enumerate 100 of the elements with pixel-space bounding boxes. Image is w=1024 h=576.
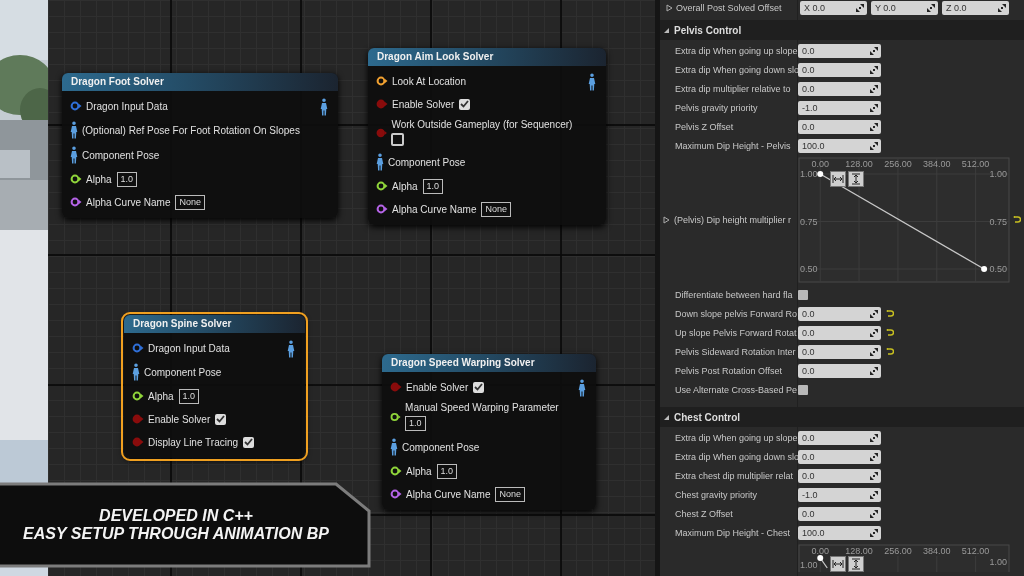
value-field[interactable]: 1.0 [436, 463, 458, 479]
drag-icon[interactable] [870, 122, 878, 131]
reset-icon[interactable] [886, 347, 894, 356]
drag-icon[interactable] [870, 103, 878, 112]
curve-drawing[interactable] [817, 555, 828, 569]
drag-icon[interactable] [870, 509, 878, 518]
axis-label: 0.50 [989, 264, 1007, 274]
drag-icon[interactable] [870, 347, 878, 356]
property-label: Extra chest dip multiplier relat [674, 470, 795, 481]
pin-label: Dragon Input Data [86, 100, 168, 112]
checkbox[interactable] [459, 98, 471, 110]
pose-icon [376, 153, 384, 171]
pin-icon[interactable] [70, 174, 82, 184]
section-header[interactable]: Pelvis Control [660, 20, 1024, 40]
drag-icon[interactable] [870, 471, 878, 480]
number-field[interactable]: 0.0 [798, 306, 881, 321]
value-field[interactable]: 1.0 [116, 171, 138, 187]
value-field[interactable]: 1.0 [178, 388, 200, 404]
number-field[interactable]: X 0.0 [800, 1, 867, 15]
drag-icon[interactable] [998, 4, 1006, 12]
pin-label: Look At Location [392, 75, 466, 87]
pose-icon [390, 438, 398, 456]
drag-icon[interactable] [870, 46, 878, 55]
number-field[interactable]: 0.0 [798, 43, 881, 58]
value-field[interactable]: 1.0 [422, 178, 444, 194]
collapse-arrow-icon[interactable] [663, 26, 670, 34]
number-field[interactable]: 0.0 [798, 344, 881, 359]
reset-icon[interactable] [886, 328, 894, 337]
drag-icon[interactable] [870, 490, 878, 499]
number-field[interactable]: 0.0 [798, 449, 881, 464]
reset-icon[interactable] [886, 309, 894, 318]
number-field[interactable]: 100.0 [798, 525, 881, 540]
section-title: Pelvis Control [674, 24, 742, 36]
node-title: Dragon Speed Warping Solver [382, 354, 596, 372]
property-label: Down slope pelvis Forward Ro [674, 308, 798, 319]
drag-icon[interactable] [870, 84, 878, 93]
value-field[interactable]: None [481, 201, 511, 217]
axis-label: 384.00 [923, 159, 951, 169]
property-label: Pelvis Z Offset [674, 121, 735, 132]
value-field[interactable]: 1.0 [405, 416, 426, 431]
number-field[interactable]: 0.0 [798, 430, 881, 445]
pin-label: Component Pose [82, 149, 160, 161]
value-field[interactable]: None [495, 486, 525, 502]
pin-icon[interactable] [390, 411, 402, 422]
drag-icon[interactable] [870, 433, 878, 442]
number-field[interactable]: -1.0 [798, 100, 881, 115]
graph-node[interactable]: Dragon Aim Look Solver Look At Location Enable Solver Work Outside Gameplay (for Sequencer) Component Pose Alpha 1.0 Alpha Curve Name None [368, 48, 606, 225]
number-field[interactable]: -1.0 [798, 487, 881, 502]
drag-icon[interactable] [870, 452, 878, 461]
number-field[interactable]: 0.0 [798, 468, 881, 483]
fit-vertical-button[interactable] [848, 171, 864, 187]
property-label: Extra dip When going up slope [674, 432, 798, 443]
drag-icon[interactable] [856, 4, 864, 12]
drag-icon[interactable] [870, 328, 878, 337]
value-field[interactable]: None [175, 194, 205, 210]
curve-drawing[interactable] [817, 171, 988, 272]
graph-node[interactable]: Dragon Spine Solver Dragon Input Data Component Pose Alpha 1.0 Enable Solver Display Line Tracing [124, 315, 305, 458]
pin-icon[interactable] [376, 204, 388, 214]
pin-icon[interactable] [376, 181, 388, 191]
fit-horizontal-button[interactable] [830, 556, 846, 572]
graph-node[interactable]: Dragon Speed Warping Solver Enable Solver Manual Speed Warping Parameter 1.0 Component Pose Alpha 1.0 Alpha Curve Name None [382, 354, 596, 510]
fit-horizontal-button[interactable] [830, 171, 846, 187]
drag-icon[interactable] [927, 4, 935, 12]
number-field[interactable]: 0.0 [798, 325, 881, 340]
drag-icon[interactable] [870, 309, 878, 318]
checkbox[interactable] [391, 133, 405, 146]
checkbox[interactable] [798, 384, 808, 395]
checkbox[interactable] [243, 436, 255, 448]
pin-label: Alpha Curve Name [406, 488, 491, 500]
section-header[interactable]: Chest Control [660, 407, 1024, 427]
checkbox[interactable] [798, 289, 808, 300]
checkbox[interactable] [473, 381, 485, 393]
expand-arrow-icon[interactable] [666, 4, 673, 12]
fit-vertical-button[interactable] [848, 556, 864, 572]
reset-icon[interactable] [1013, 216, 1021, 224]
number-field[interactable]: 0.0 [798, 81, 881, 96]
expand-arrow-icon[interactable] [663, 216, 670, 224]
pin-icon[interactable] [70, 197, 82, 207]
number-field[interactable]: Z 0.0 [942, 1, 1009, 15]
graph-node[interactable]: Dragon Foot Solver Dragon Input Data (Optional) Ref Pose For Foot Rotation On Slopes Component Pose Alpha 1.0 Alpha Curve Name None [62, 73, 338, 218]
number-field[interactable]: 0.0 [798, 119, 881, 134]
collapse-arrow-icon[interactable] [663, 413, 670, 421]
drag-icon[interactable] [870, 528, 878, 537]
pin-icon[interactable] [132, 391, 144, 401]
drag-icon[interactable] [870, 141, 878, 150]
pin-icon[interactable] [390, 489, 402, 499]
number-field[interactable]: 0.0 [798, 506, 881, 521]
pin-icon[interactable] [376, 76, 388, 86]
pin-label: Alpha Curve Name [86, 196, 171, 208]
drag-icon[interactable] [870, 65, 878, 74]
number-field[interactable]: Y 0.0 [871, 1, 938, 15]
checkbox[interactable] [215, 413, 227, 425]
property-label: Differentiate between hard fla [674, 289, 794, 300]
property-label: Chest gravity priority [674, 489, 759, 500]
number-field[interactable]: 0.0 [798, 363, 881, 378]
pin-label: Component Pose [402, 441, 480, 453]
pin-icon[interactable] [390, 466, 402, 476]
number-field[interactable]: 100.0 [798, 138, 881, 153]
number-field[interactable]: 0.0 [798, 62, 881, 77]
drag-icon[interactable] [870, 366, 878, 375]
